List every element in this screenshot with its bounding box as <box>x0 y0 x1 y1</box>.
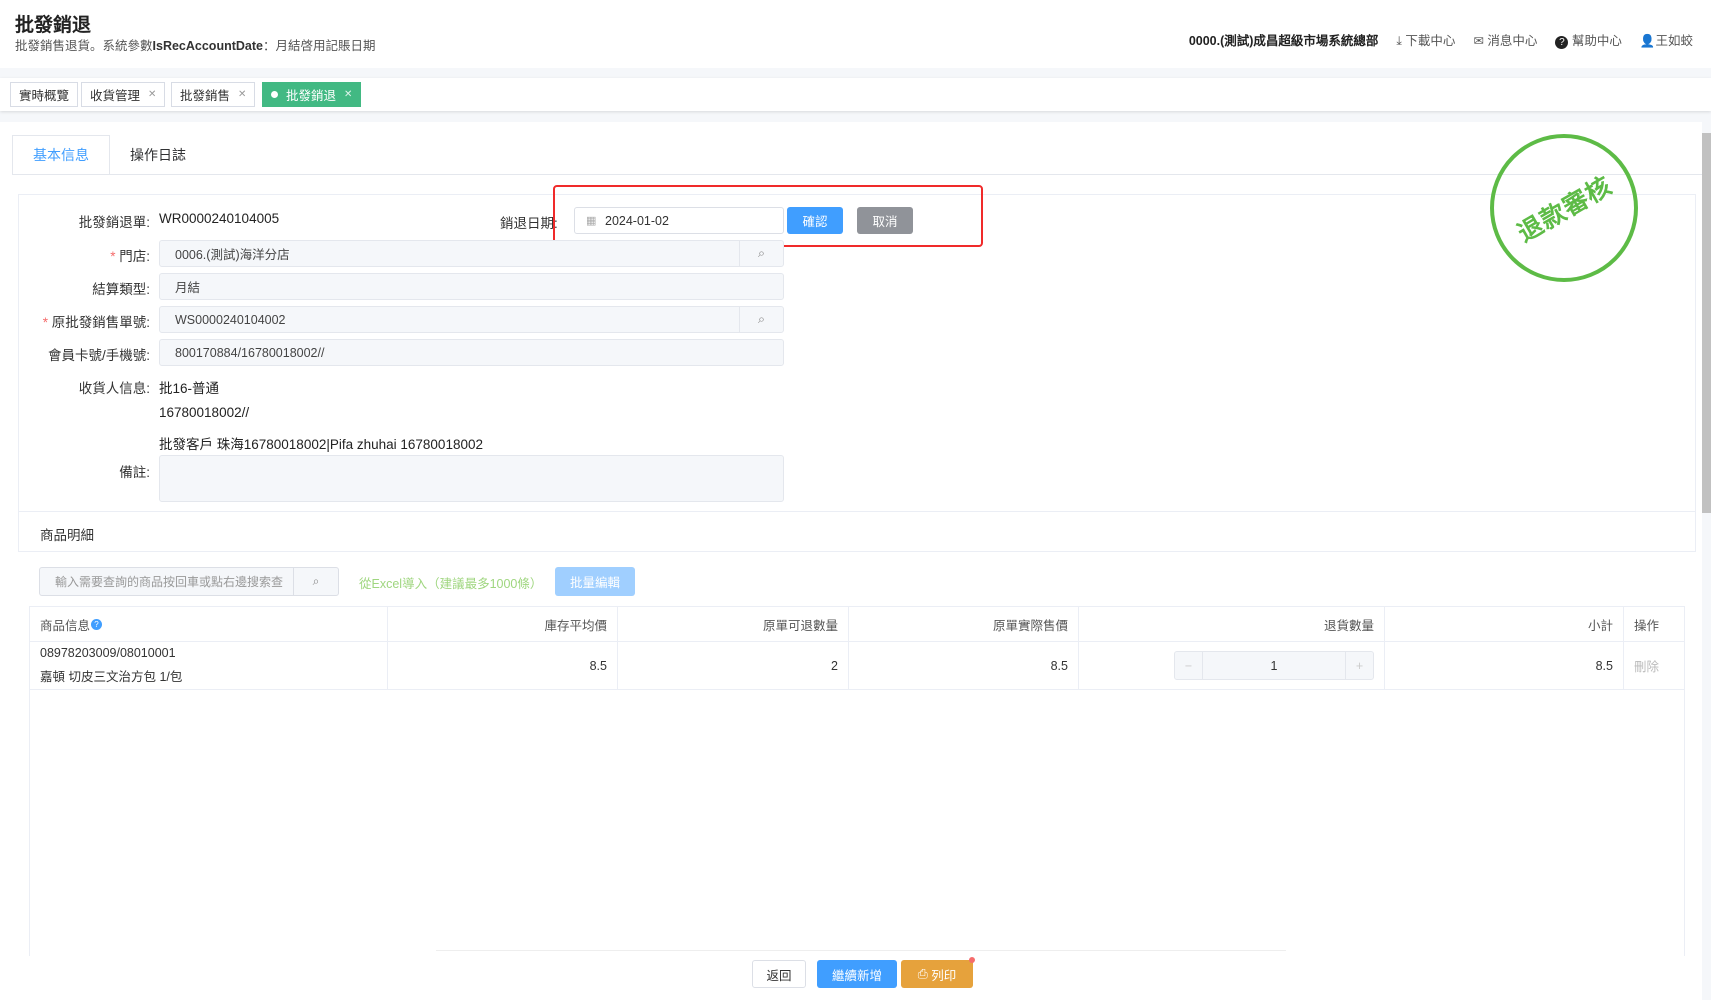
table-row: 08978203009/08010001 嘉頓 切皮三文治方包 1/包 <box>30 642 388 690</box>
orig-order-label: * 原批發銷售單號: <box>42 315 150 330</box>
member-label: 會員卡號/手機號: <box>47 348 150 363</box>
print-label: 列印 <box>931 968 957 983</box>
printer-icon: ⎙ <box>917 966 932 981</box>
close-icon[interactable]: ✕ <box>148 89 156 100</box>
subtotal-cell: 8.5 <box>1385 642 1624 690</box>
subtitle-param: IsRecAccountDate <box>152 39 263 53</box>
store-label-text: 門店: <box>119 249 150 264</box>
minus-icon[interactable]: − <box>1175 652 1203 679</box>
orig-order-value: WS0000240104002 <box>175 312 286 327</box>
org-name[interactable]: 0000.(測試)成昌超級市場系統總部 <box>1189 30 1379 49</box>
column-header-subtotal: 小計 <box>1385 607 1624 642</box>
store-value: 0006.(測試)海洋分店 <box>175 248 290 262</box>
remark-label: 備註: <box>119 465 150 480</box>
receiver-line: 批發客戶 珠海16780018002|Pifa zhuhai 167800180… <box>159 437 483 452</box>
order-label: 批發銷退單: <box>78 215 150 230</box>
return-date-label: 銷退日期: <box>500 216 558 231</box>
search-icon[interactable]: ⌕ <box>739 307 783 332</box>
scrollbar[interactable] <box>1702 133 1711 513</box>
plus-icon[interactable]: + <box>1345 652 1373 679</box>
batch-edit-button[interactable]: 批量編輯 <box>555 567 635 596</box>
user-menu[interactable]: 👤王如蛟 <box>1640 30 1693 49</box>
page-title: 批發銷退 <box>15 15 92 36</box>
actual-price-cell: 8.5 <box>849 642 1079 690</box>
receiver-line: 批16-普通 <box>159 381 220 396</box>
tab-wholesale-sales[interactable]: 批發銷售 ✕ <box>171 82 256 107</box>
returnable-cell: 2 <box>618 642 849 690</box>
mail-icon: ✉ <box>1473 34 1488 48</box>
divider <box>12 174 1702 175</box>
tab-basic-info[interactable]: 基本信息 <box>12 135 110 175</box>
subtitle-text: ：月結啓用記賬日期 <box>262 39 376 53</box>
excel-import-link[interactable]: 從Excel導入（建議最多1000條） <box>359 573 542 592</box>
search-placeholder: 輸入需要查詢的商品按回車或點右邊搜索查 <box>55 575 284 589</box>
user-icon: 👤 <box>1639 34 1656 48</box>
print-button[interactable]: ⎙ 列印 <box>901 960 973 988</box>
product-search-input[interactable]: 輸入需要查詢的商品按回車或點右邊搜索查 ⌕ <box>39 567 339 596</box>
column-header-actual-price: 原單實際售價 <box>849 607 1079 642</box>
details-title: 商品明細 <box>40 528 94 543</box>
tab-operation-log[interactable]: 操作日誌 <box>110 135 206 175</box>
user-name: 王如蛟 <box>1655 34 1693 48</box>
column-header-return-qty: 退貨數量 <box>1079 607 1385 642</box>
tab-overview[interactable]: 實時概覽 <box>10 82 79 107</box>
refund-review-stamp: 退款審核 <box>1490 134 1638 282</box>
delete-button[interactable]: 刪除 <box>1624 642 1685 690</box>
receiver-line: 16780018002// <box>159 405 250 420</box>
remark-textarea[interactable] <box>159 455 784 502</box>
continue-add-button[interactable]: 繼續新增 <box>817 960 897 988</box>
tab-wholesale-return[interactable]: 批發銷退 ✕ <box>262 82 362 107</box>
tab-label: 收貨管理 <box>90 89 141 103</box>
settle-value: 月結 <box>175 281 201 295</box>
orig-label-text: 原批發銷售單號: <box>51 315 150 330</box>
search-icon[interactable]: ⌕ <box>739 241 783 266</box>
close-icon[interactable]: ✕ <box>344 89 352 100</box>
store-input[interactable]: 0006.(測試)海洋分店 ⌕ <box>159 240 784 267</box>
tab-receiving[interactable]: 收貨管理 ✕ <box>81 82 166 107</box>
close-icon[interactable]: ✕ <box>238 89 246 100</box>
page-subtitle: 批發銷售退貨。系統參數IsRecAccountDate：月結啓用記賬日期 <box>15 35 375 54</box>
messages-label: 消息中心 <box>1487 34 1538 48</box>
search-icon[interactable]: ⌕ <box>293 568 338 595</box>
subtitle-text: 批發銷售退貨。系統參數 <box>15 39 153 53</box>
tab-bar: 實時概覽 收貨管理 ✕ 批發銷售 ✕ 批發銷退 ✕ <box>0 78 1711 111</box>
tab-label: 批發銷售 <box>180 89 231 103</box>
tab-label: 批發銷退 <box>286 89 337 103</box>
settle-label: 結算類型: <box>92 282 150 297</box>
column-header-avg-price: 庫存平均價 <box>388 607 618 642</box>
settle-input[interactable]: 月結 <box>159 273 784 300</box>
download-label: 下載中心 <box>1405 34 1456 48</box>
avg-price-cell: 8.5 <box>388 642 618 690</box>
help-label: 幫助中心 <box>1571 34 1622 48</box>
column-header-product: 商品信息? <box>30 607 388 642</box>
help-icon[interactable]: ? <box>91 618 103 630</box>
highlight-box <box>553 185 983 247</box>
member-input[interactable]: 800170884/16780018002// <box>159 339 784 366</box>
header-actions: 0000.(測試)成昌超級市場系統總部 ⤓ 下載中心 ✉ 消息中心 ? 幫助中心… <box>1189 30 1693 49</box>
member-value: 800170884/16780018002// <box>175 345 325 360</box>
download-center-link[interactable]: ⤓ 下載中心 <box>1396 30 1455 49</box>
product-name: 嘉頓 切皮三文治方包 1/包 <box>40 670 183 684</box>
details-section-header <box>18 512 1696 552</box>
order-value: WR0000240104005 <box>159 211 280 226</box>
active-dot-icon <box>271 91 278 98</box>
notification-dot <box>969 957 975 963</box>
question-icon: ? <box>1555 36 1569 49</box>
receiver-label: 收貨人信息: <box>78 381 150 396</box>
product-code: 08978203009/08010001 <box>40 646 176 660</box>
header-text: 商品信息 <box>40 618 91 633</box>
orig-order-input[interactable]: WS0000240104002 ⌕ <box>159 306 784 333</box>
help-center-link[interactable]: ? 幫助中心 <box>1555 30 1622 49</box>
back-button[interactable]: 返回 <box>752 960 806 988</box>
quantity-stepper[interactable]: − 1 + <box>1174 651 1374 680</box>
store-label: * 門店: <box>110 249 150 264</box>
tab-label: 實時概覽 <box>19 89 70 103</box>
message-center-link[interactable]: ✉ 消息中心 <box>1473 30 1537 49</box>
qty-value[interactable]: 1 <box>1271 659 1278 673</box>
product-table: 商品信息? 庫存平均價 原單可退數量 原單實際售價 退貨數量 小計 操作 089… <box>29 606 1685 956</box>
column-header-action: 操作 <box>1624 607 1685 642</box>
column-header-returnable: 原單可退數量 <box>618 607 849 642</box>
